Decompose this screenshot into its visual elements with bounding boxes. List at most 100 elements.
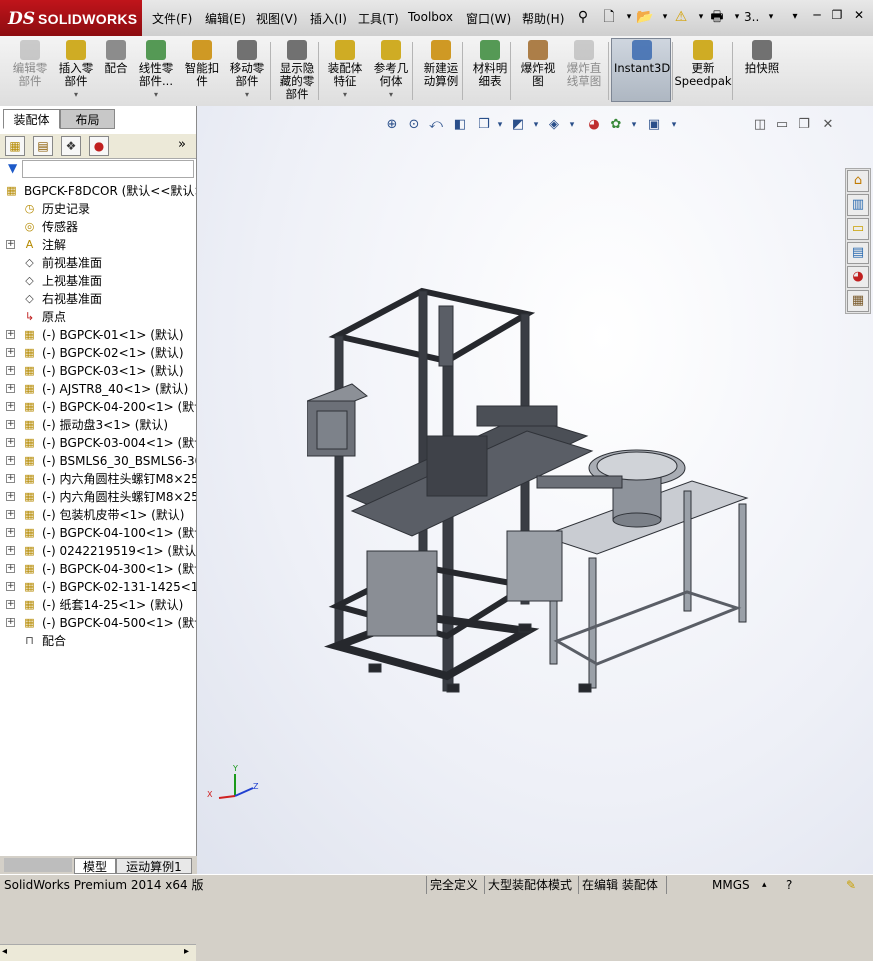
tree-item[interactable]: ⊓ 配合 <box>0 632 196 650</box>
quick-access-overflow[interactable]: 3.. <box>744 10 759 24</box>
expand-icon[interactable]: + <box>6 420 15 429</box>
tree-item[interactable]: + ▦ (-) BGPCK-03<1> (默认) <box>0 362 196 380</box>
tree-item[interactable]: + ▦ (-) 内六角圆柱头螺钉M8×25[ <box>0 488 196 506</box>
hide-show-dropdown-icon[interactable]: ▾ <box>563 116 581 134</box>
tree-root[interactable]: ▦ BGPCK-F8DCOR (默认<<默认>_外 <box>0 182 196 200</box>
viewport-close-icon[interactable]: ✕ <box>819 116 837 134</box>
tree-item[interactable]: + ▦ (-) 0242219519<1> (默认) <box>0 542 196 560</box>
expand-icon[interactable]: + <box>6 582 15 591</box>
tree-item[interactable]: ↳ 原点 <box>0 308 196 326</box>
toolbar-button[interactable]: 材料明 细表 <box>468 40 512 102</box>
units-dropdown-icon[interactable]: ▴ <box>762 876 767 894</box>
tree-item[interactable]: ◇ 上视基准面 <box>0 272 196 290</box>
help-icon[interactable]: ? <box>786 876 792 894</box>
tree-item[interactable]: + ▦ (-) 纸套14-25<1> (默认) <box>0 596 196 614</box>
configuration-manager-icon[interactable]: ❖ <box>61 136 81 156</box>
tree-item[interactable]: ◇ 右视基准面 <box>0 290 196 308</box>
tree-item[interactable]: + ▦ (-) 内六角圆柱头螺钉M8×25[ <box>0 470 196 488</box>
tree-item[interactable]: + ▦ (-) BSMLS6_30_BSMLS6-30<1> <box>0 452 196 470</box>
tree-item[interactable]: + ▦ (-) BGPCK-02<1> (默认) <box>0 344 196 362</box>
expand-icon[interactable]: + <box>6 618 15 627</box>
solidworks-logo[interactable]: DS SOLIDWORKS <box>0 0 142 36</box>
filter-input[interactable] <box>22 160 194 178</box>
menu-item[interactable]: 文件(F) <box>152 10 192 27</box>
expand-panel-icon[interactable]: » <box>178 137 186 152</box>
expand-icon[interactable]: + <box>6 564 15 573</box>
custom-properties-icon[interactable]: ▦ <box>847 290 869 312</box>
toolbar-button[interactable]: 编辑零 部件 <box>6 40 54 102</box>
expand-icon[interactable]: + <box>6 402 15 411</box>
tab-layout[interactable]: 布局 <box>60 109 115 129</box>
expand-icon[interactable]: + <box>6 510 15 519</box>
expand-icon[interactable]: + <box>6 528 15 537</box>
toolbar-button[interactable]: 智能扣 件 <box>180 40 224 102</box>
tree-item[interactable]: + ▦ (-) 振动盘3<1> (默认) <box>0 416 196 434</box>
menu-item[interactable]: 插入(I) <box>310 10 347 27</box>
tree-item[interactable]: + ▦ (-) AJSTR8_40<1> (默认) <box>0 380 196 398</box>
expand-icon[interactable]: + <box>6 240 15 249</box>
new-document-icon[interactable]: 🗋 <box>600 8 618 26</box>
menu-item[interactable]: 窗口(W) <box>466 10 511 27</box>
filter-icon[interactable]: ▼ <box>8 161 17 175</box>
expand-icon[interactable]: + <box>6 492 15 501</box>
graphics-area[interactable]: ⊕ ⊙ ⤺ ◧ ❒ ▾ ◩ ▾ ◈ ▾ ◕ ✿ ▾ ▣ ▾ ◫ ▭ ❐ ✕ Y … <box>197 106 873 874</box>
zoom-to-area-icon[interactable]: ⊙ <box>405 116 423 134</box>
tree-item[interactable]: + ▦ (-) BGPCK-04-100<1> (默认) <box>0 524 196 542</box>
close-button[interactable]: ✕ <box>850 6 868 24</box>
toolbar-button[interactable]: 拍快照 <box>738 40 786 102</box>
section-view-icon[interactable]: ◧ <box>451 116 469 134</box>
expand-icon[interactable]: + <box>6 330 15 339</box>
display-manager-icon[interactable]: ● <box>89 136 109 156</box>
toolbar-button[interactable]: 显示隐 藏的零 部件 <box>276 40 318 102</box>
tree-horizontal-scrollbar[interactable]: ◂ ▸ <box>0 944 196 961</box>
menu-item[interactable]: 帮助(H) <box>522 10 564 27</box>
expand-icon[interactable]: + <box>6 438 15 447</box>
chevron-down-icon[interactable]: ▾ <box>54 88 98 101</box>
tree-item[interactable]: ◷ 历史记录 <box>0 200 196 218</box>
chevron-down-icon[interactable]: ▾ <box>324 88 366 101</box>
scroll-left-icon[interactable]: ◂ <box>2 946 7 957</box>
tree-item[interactable]: + ▦ (-) BGPCK-04-200<1> (默认) <box>0 398 196 416</box>
viewport-split-icon[interactable]: ◫ <box>751 116 769 134</box>
tab-model[interactable]: 模型 <box>74 858 116 874</box>
tree-item[interactable]: + ▦ (-) BGPCK-04-300<1> (默认) <box>0 560 196 578</box>
tab-assembly[interactable]: 装配体 <box>3 109 60 129</box>
chevron-down-icon[interactable]: ▾ <box>226 88 268 101</box>
print-icon[interactable]: 🖶 <box>708 8 726 26</box>
expand-icon[interactable]: + <box>6 546 15 555</box>
tree-item[interactable]: + ▦ (-) BGPCK-01<1> (默认) <box>0 326 196 344</box>
apply-scene-icon[interactable]: ✿ <box>607 116 625 134</box>
menu-item[interactable]: 视图(V) <box>256 10 298 27</box>
view-palette-icon[interactable]: ▤ <box>847 242 869 264</box>
tree-item[interactable]: + A 注解 <box>0 236 196 254</box>
viewport-minimize-icon[interactable]: ▭ <box>773 116 791 134</box>
overflow-dropdown-icon[interactable]: ▾ <box>762 8 780 26</box>
assembly-model[interactable] <box>307 286 767 706</box>
viewport-restore-icon[interactable]: ❐ <box>795 116 813 134</box>
toolbar-button[interactable]: 移动零 部件 ▾ <box>226 40 268 102</box>
toolbar-button[interactable]: 插入零 部件 ▾ <box>54 40 98 102</box>
feature-manager-icon[interactable]: ▦ <box>5 136 25 156</box>
view-settings-dropdown-icon[interactable]: ▾ <box>665 116 683 134</box>
expand-icon[interactable]: + <box>6 384 15 393</box>
more-dropdown-icon[interactable]: ▾ <box>786 8 804 26</box>
toolbar-button[interactable]: 线性零 部件... ▾ <box>134 40 178 102</box>
home-icon[interactable]: ⌂ <box>847 170 869 192</box>
tree-item[interactable]: ◎ 传感器 <box>0 218 196 236</box>
appearances-icon[interactable]: ◕ <box>847 266 869 288</box>
menu-item[interactable]: 编辑(E) <box>205 10 246 27</box>
design-library-icon[interactable]: ▥ <box>847 194 869 216</box>
tree-item[interactable]: + ▦ (-) BGPCK-02-131-1425<1> (默 <box>0 578 196 596</box>
menu-item[interactable]: 工具(T) <box>358 10 399 27</box>
hide-show-items-icon[interactable]: ◈ <box>545 116 563 134</box>
status-units[interactable]: MMGS <box>712 876 750 894</box>
file-explorer-icon[interactable]: ▭ <box>847 218 869 240</box>
expand-icon[interactable]: + <box>6 366 15 375</box>
property-manager-icon[interactable]: ▤ <box>33 136 53 156</box>
tree-item[interactable]: + ▦ (-) BGPCK-03-004<1> (默认) <box>0 434 196 452</box>
toolbar-button[interactable]: 更新 Speedpak <box>674 40 732 102</box>
tab-scroll-buttons[interactable] <box>4 858 72 872</box>
tree-item[interactable]: + ▦ (-) BGPCK-04-500<1> (默认) <box>0 614 196 632</box>
minimize-button[interactable]: ─ <box>808 6 826 24</box>
view-orientation-dropdown-icon[interactable]: ▾ <box>491 116 509 134</box>
